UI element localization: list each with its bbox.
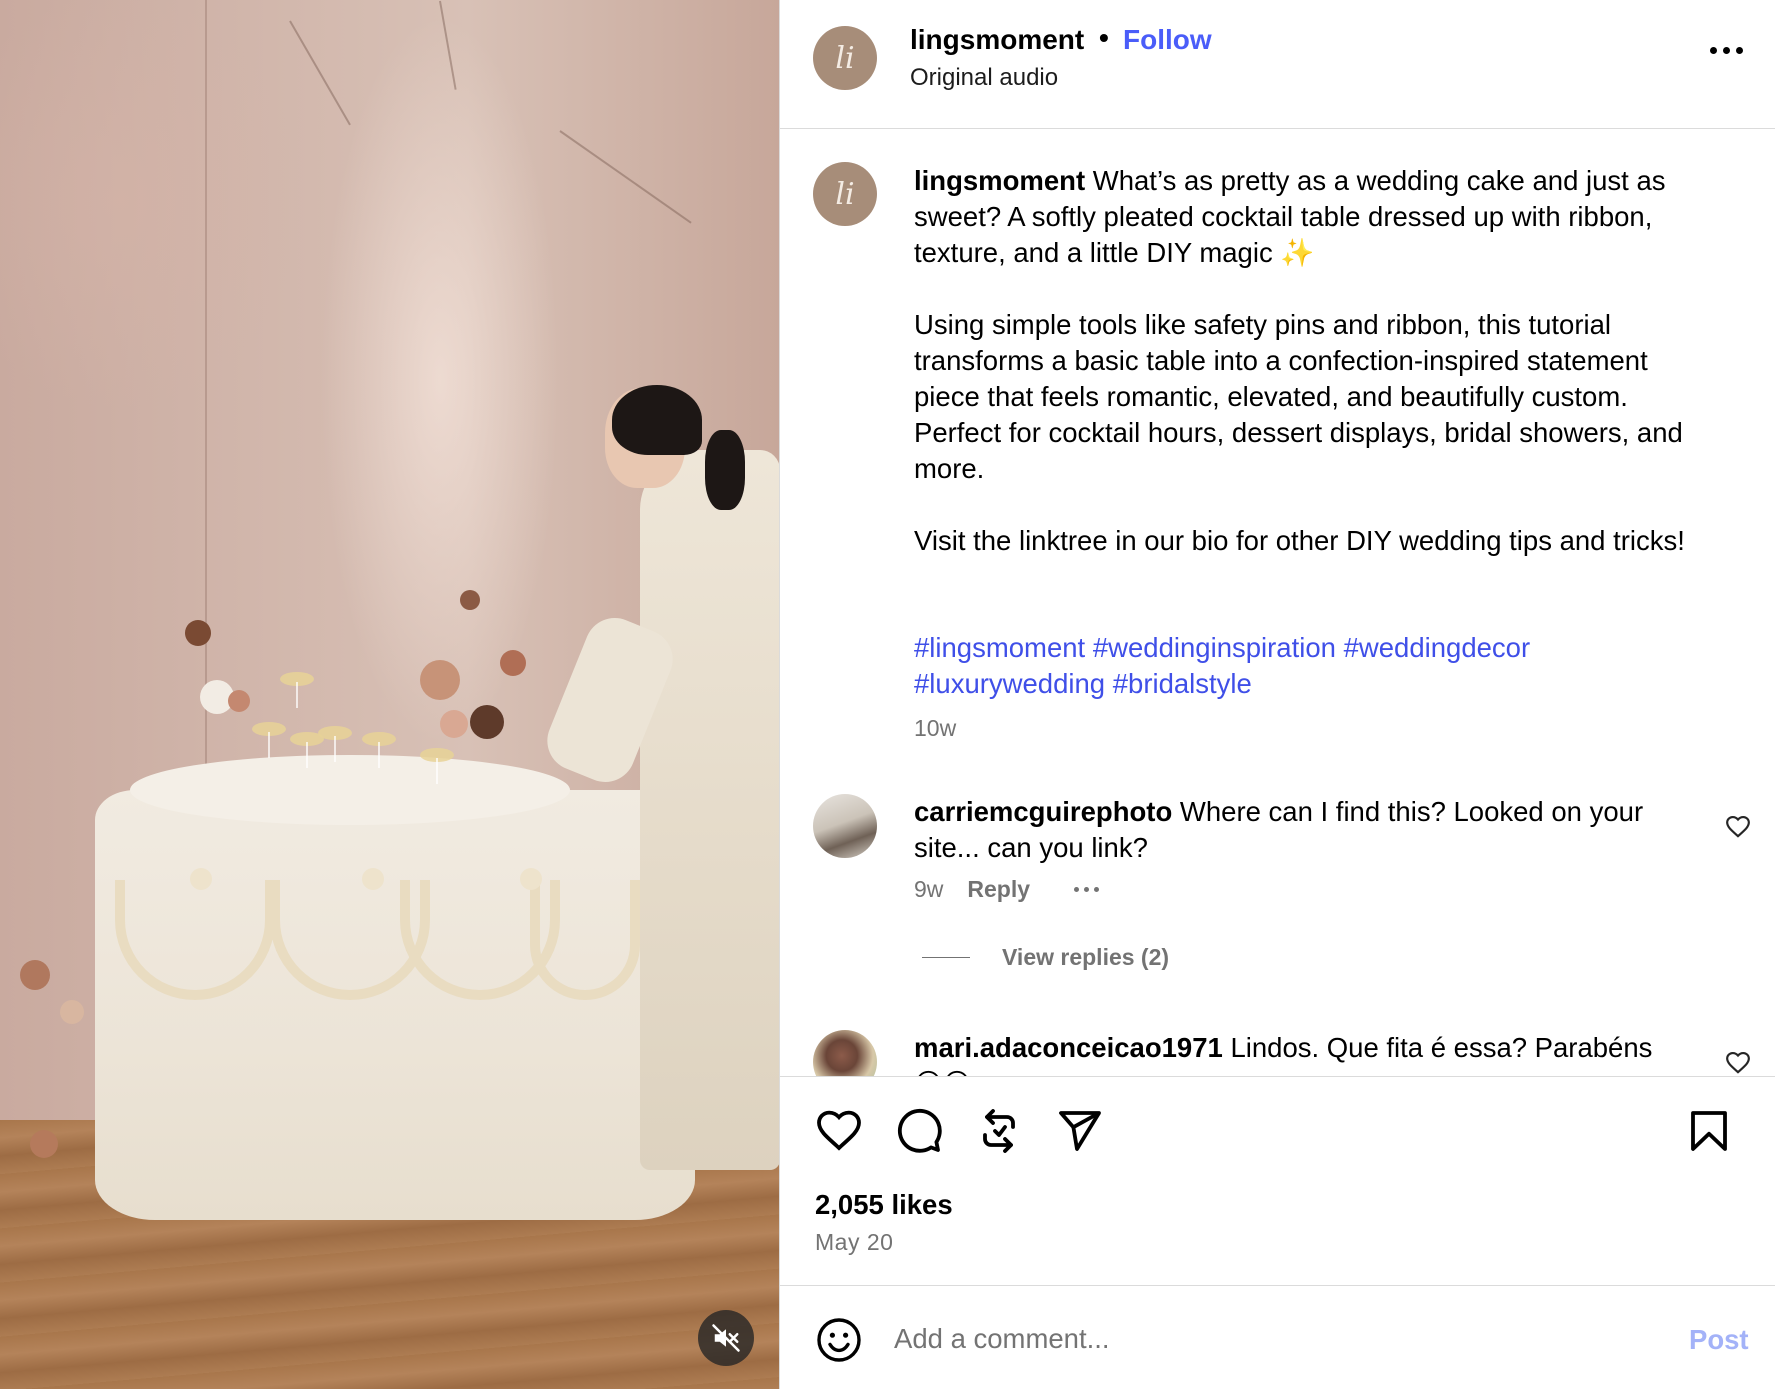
author-username[interactable]: lingsmoment [910, 24, 1084, 56]
video-person-ponytail [705, 430, 745, 510]
hashtag-link[interactable]: #lingsmoment [914, 632, 1085, 663]
post-actions: 2,055 likes May 20 [780, 1076, 1775, 1287]
post-header: li lingsmoment • Follow Original audio [780, 0, 1775, 129]
bookmark-icon[interactable] [1685, 1107, 1733, 1155]
video-table-top [130, 755, 570, 825]
share-icon[interactable] [1055, 1107, 1103, 1155]
comment-like-icon[interactable] [1725, 814, 1751, 840]
likes-count[interactable]: 2,055 likes [815, 1189, 953, 1221]
comments-scroll-area[interactable]: li lingsmoment What’s as pretty as a wed… [780, 130, 1775, 1076]
video-ribbon-bow [362, 868, 384, 890]
avatar-monogram: li [835, 40, 855, 76]
video-table-skirt [95, 790, 695, 1220]
video-glass-stem [436, 758, 438, 784]
caption-username[interactable]: lingsmoment [914, 165, 1085, 196]
commenter-username[interactable]: carriemcguirephoto [914, 796, 1172, 827]
heart-icon[interactable] [815, 1107, 863, 1155]
hashtag-link[interactable]: #luxurywedding [914, 668, 1105, 699]
comment-icon[interactable] [895, 1107, 943, 1155]
video-flower [420, 660, 460, 700]
post-detail-panel: li lingsmoment • Follow Original audio l… [779, 0, 1775, 1389]
repost-icon[interactable] [975, 1107, 1023, 1155]
hashtag-link[interactable]: #bridalstyle [1113, 668, 1252, 699]
comment-more-icon[interactable] [1074, 887, 1100, 892]
hashtag-link[interactable]: #weddingdecor [1344, 632, 1531, 663]
audio-link[interactable]: Original audio [910, 64, 1058, 92]
separator-dot: • [1099, 22, 1109, 53]
video-glass-stem [296, 682, 298, 708]
video-flower [440, 710, 468, 738]
video-ribbon-swag [530, 880, 640, 1000]
view-replies-button[interactable]: View replies (2) [922, 944, 1169, 971]
mute-button[interactable] [698, 1310, 754, 1366]
video-flower [20, 960, 50, 990]
video-flower [185, 620, 211, 646]
video-glass-stem [378, 742, 380, 768]
video-person-hair [612, 385, 702, 455]
comment-timestamp[interactable]: 9w [914, 876, 943, 903]
hashtag-link[interactable]: #weddinginspiration [1093, 632, 1336, 663]
commenter-avatar[interactable] [813, 1030, 877, 1076]
caption-paragraph-3: Visit the linktree in our bio for other … [914, 525, 1685, 556]
comment-like-icon[interactable] [1725, 1050, 1751, 1076]
comment-body: mari.adaconceicao1971 Lindos. Que fita é… [914, 1030, 1674, 1076]
caption-author-avatar[interactable]: li [813, 162, 877, 226]
commenter-username[interactable]: mari.adaconceicao1971 [914, 1032, 1223, 1063]
post-caption: lingsmoment What’s as pretty as a weddin… [914, 163, 1714, 559]
emoji-icon[interactable] [815, 1316, 863, 1364]
video-person [640, 450, 779, 1170]
post-date[interactable]: May 20 [815, 1229, 893, 1256]
muted-speaker-icon [712, 1324, 740, 1352]
video-ribbon-bow [190, 868, 212, 890]
video-flower [30, 1130, 58, 1158]
comment-input[interactable] [894, 1314, 1594, 1364]
post-comment-button[interactable]: Post [1689, 1324, 1749, 1356]
comment-meta: 9w Reply [914, 876, 1100, 903]
caption-paragraph-2: Using simple tools like safety pins and … [914, 309, 1683, 484]
more-options-icon[interactable] [1705, 40, 1747, 60]
video-glass-stem [268, 732, 270, 758]
view-replies-line [922, 957, 970, 958]
follow-button[interactable]: Follow [1123, 24, 1212, 56]
caption-hashtags: #lingsmoment #weddinginspiration #weddin… [914, 630, 1714, 702]
video-flower [60, 1000, 84, 1024]
comment-body: carriemcguirephoto Where can I find this… [914, 794, 1674, 866]
commenter-avatar[interactable] [813, 794, 877, 858]
video-flower [500, 650, 526, 676]
caption-timestamp[interactable]: 10w [914, 715, 956, 742]
comment-composer: Post [780, 1285, 1775, 1389]
author-avatar[interactable]: li [813, 26, 877, 90]
avatar-monogram: li [835, 176, 855, 212]
post-video[interactable] [0, 0, 779, 1389]
video-glass-stem [334, 736, 336, 762]
reply-button[interactable]: Reply [967, 876, 1030, 903]
video-ribbon-bow [520, 868, 542, 890]
video-glass-stem [306, 742, 308, 768]
view-replies-label: View replies (2) [1002, 944, 1170, 970]
video-flower [470, 705, 504, 739]
video-flower [460, 590, 480, 610]
video-flower [228, 690, 250, 712]
